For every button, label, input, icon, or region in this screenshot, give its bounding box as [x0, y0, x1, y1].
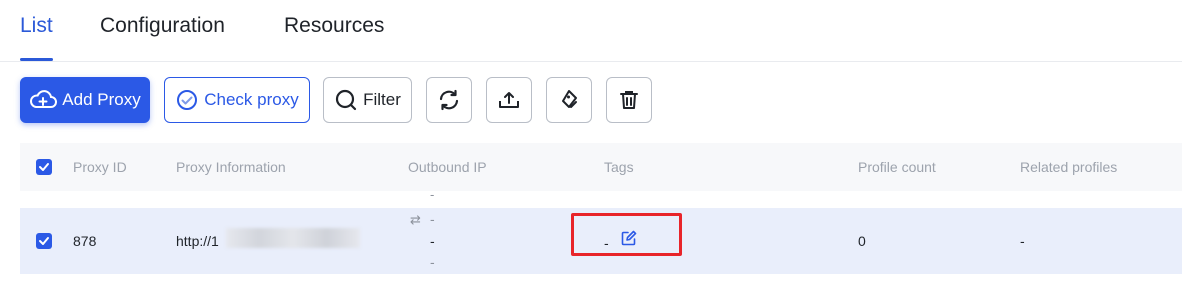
- outbound-ip-line: -: [430, 211, 435, 227]
- redacted-proxy-address: [226, 228, 360, 248]
- table-header: Proxy ID Proxy Information Outbound IP T…: [20, 143, 1182, 191]
- column-header-proxy-id[interactable]: Proxy ID: [73, 159, 127, 175]
- select-all-checkbox[interactable]: [36, 159, 52, 175]
- check-proxy-button[interactable]: Check proxy: [164, 77, 310, 123]
- annotation-highlight-box: [571, 213, 682, 256]
- add-proxy-label: Add Proxy: [62, 90, 141, 109]
- delete-button[interactable]: [606, 77, 652, 123]
- outbound-ip-line: -: [430, 254, 435, 270]
- outbound-ip-line: -: [430, 233, 435, 249]
- tab-bar: List Configuration Resources: [0, 0, 1182, 62]
- profile-count-cell: 0: [858, 233, 866, 249]
- check-proxy-label: Check proxy: [204, 90, 299, 109]
- proxy-id-cell: 878: [73, 233, 97, 249]
- refresh-icon: [437, 88, 461, 112]
- active-tab-indicator: [20, 58, 53, 61]
- swap-icon: ⇄: [410, 212, 421, 227]
- cloud-plus-icon: [29, 89, 58, 111]
- column-header-outbound-ip[interactable]: Outbound IP: [408, 159, 487, 175]
- checkmark-icon: [39, 237, 49, 245]
- filter-button[interactable]: Filter: [323, 77, 412, 123]
- refresh-button[interactable]: [426, 77, 472, 123]
- filter-label: Filter: [363, 90, 401, 109]
- column-header-profile-count[interactable]: Profile count: [858, 159, 936, 175]
- tab-list[interactable]: List: [20, 14, 53, 38]
- tab-configuration[interactable]: Configuration: [100, 14, 225, 38]
- column-header-tags[interactable]: Tags: [604, 159, 634, 175]
- tag-edit-icon: [557, 88, 581, 112]
- upload-button[interactable]: [486, 77, 532, 123]
- tag-edit-button[interactable]: [546, 77, 592, 123]
- proxy-information-cell: http://1: [176, 233, 219, 249]
- row-checkbox[interactable]: [36, 233, 52, 249]
- add-proxy-button[interactable]: Add Proxy: [20, 77, 150, 123]
- column-header-related-profiles[interactable]: Related profiles: [1020, 159, 1117, 175]
- trash-icon: [617, 88, 641, 112]
- tab-resources[interactable]: Resources: [284, 14, 384, 38]
- related-profiles-cell: -: [1020, 233, 1025, 249]
- check-circle-icon: [175, 88, 199, 112]
- column-header-proxy-information[interactable]: Proxy Information: [176, 159, 286, 175]
- checkmark-icon: [39, 163, 49, 171]
- outbound-ip-dash: -: [430, 187, 435, 202]
- upload-icon: [497, 88, 521, 112]
- search-icon: [334, 88, 358, 112]
